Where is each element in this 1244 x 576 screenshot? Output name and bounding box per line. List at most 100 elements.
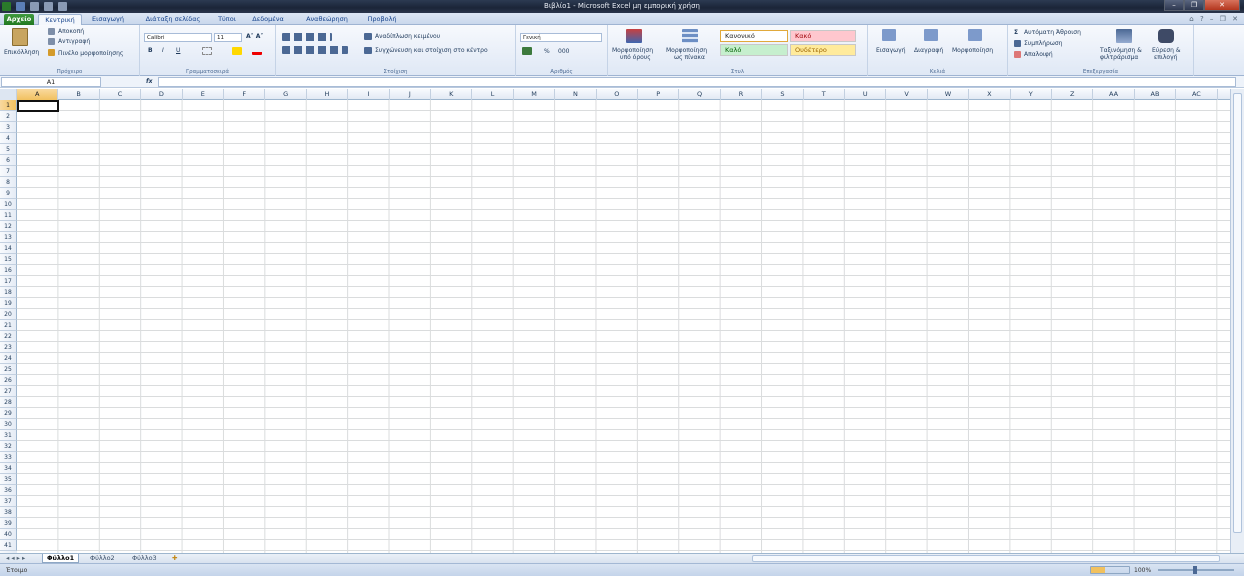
zoom-level[interactable]: 100% — [1134, 567, 1151, 574]
column-header[interactable]: W — [928, 89, 970, 100]
column-header[interactable]: Z — [1052, 89, 1094, 100]
find-select-button[interactable]: Εύρεση & — [1152, 47, 1181, 54]
sheet-tab-3[interactable]: Φύλλο3 — [128, 554, 161, 563]
column-header[interactable]: U — [845, 89, 887, 100]
vertical-scroll-thumb[interactable] — [1233, 93, 1242, 533]
grow-font-icon[interactable]: A˄ A˅ — [246, 33, 263, 40]
row-header[interactable]: 21 — [0, 320, 17, 331]
row-header[interactable]: 14 — [0, 243, 17, 254]
format-table-sub[interactable]: ως πίνακα — [674, 54, 705, 61]
row-header[interactable]: 4 — [0, 133, 17, 144]
currency-icon[interactable] — [522, 47, 532, 55]
row-header[interactable]: 22 — [0, 331, 17, 342]
row-header[interactable]: 7 — [0, 166, 17, 177]
row-header[interactable]: 5 — [0, 144, 17, 155]
column-header[interactable]: I — [348, 89, 390, 100]
style-good[interactable]: Καλό — [720, 44, 788, 56]
tab-view[interactable]: Προβολή — [362, 14, 402, 25]
row-header[interactable]: 29 — [0, 408, 17, 419]
row-header[interactable]: 33 — [0, 452, 17, 463]
row-header[interactable]: 30 — [0, 419, 17, 430]
tab-home[interactable]: Κεντρική — [38, 14, 82, 25]
column-header[interactable]: G — [265, 89, 307, 100]
column-header[interactable]: D — [141, 89, 183, 100]
number-format-dropdown[interactable]: Γενική — [520, 33, 602, 42]
column-header[interactable]: H — [307, 89, 349, 100]
paste-icon[interactable] — [12, 28, 28, 46]
autosum-button[interactable]: Αυτόματη Άθροιση — [1024, 29, 1081, 36]
column-header[interactable]: V — [886, 89, 928, 100]
row-header[interactable]: 31 — [0, 430, 17, 441]
column-header[interactable]: AB — [1135, 89, 1177, 100]
row-header[interactable]: 8 — [0, 177, 17, 188]
column-header[interactable]: AC — [1176, 89, 1218, 100]
row-header[interactable]: 20 — [0, 309, 17, 320]
row-header[interactable]: 24 — [0, 353, 17, 364]
borders-icon[interactable] — [202, 47, 212, 55]
style-normal[interactable]: Κανονικό — [720, 30, 788, 42]
minimize-button[interactable]: – — [1164, 0, 1184, 11]
row-header[interactable]: 28 — [0, 397, 17, 408]
delete-cells-button[interactable]: Διαγραφή — [914, 47, 943, 54]
column-header[interactable]: F — [224, 89, 266, 100]
select-all-corner[interactable] — [0, 89, 17, 100]
merge-center-button[interactable]: Συγχώνευση και στοίχιση στο κέντρο — [375, 47, 488, 54]
column-header[interactable]: R — [721, 89, 763, 100]
style-neutral[interactable]: Ουδέτερο — [790, 44, 856, 56]
column-header[interactable]: K — [431, 89, 473, 100]
paste-button[interactable]: Επικόλληση — [4, 49, 39, 56]
row-header[interactable]: 41 — [0, 540, 17, 551]
row-header[interactable]: 36 — [0, 485, 17, 496]
fx-icon[interactable]: fx — [146, 78, 152, 85]
row-header[interactable]: 19 — [0, 298, 17, 309]
copy-button[interactable]: Αντιγραφή — [58, 38, 90, 45]
tab-page-layout[interactable]: Διάταξη σελίδας — [140, 14, 206, 25]
row-header[interactable]: 34 — [0, 463, 17, 474]
align-icons[interactable] — [282, 33, 332, 41]
row-header[interactable]: 2 — [0, 111, 17, 122]
column-header[interactable]: M — [514, 89, 556, 100]
column-header[interactable]: Y — [1011, 89, 1052, 100]
column-header[interactable]: X — [969, 89, 1011, 100]
bold-button[interactable]: B — [148, 47, 153, 54]
wrap-text-button[interactable]: Αναδίπλωση κειμένου — [375, 33, 440, 40]
fill-color-icon[interactable] — [232, 47, 242, 55]
conditional-format-button[interactable]: Μορφοποίηση — [612, 47, 653, 54]
font-name-dropdown[interactable]: Calibri — [144, 33, 212, 42]
format-painter-button[interactable]: Πινέλο μορφοποίησης — [58, 50, 123, 57]
help-icons[interactable]: ⌂ ? – ❐ ✕ — [1189, 15, 1240, 23]
row-header[interactable]: 1 — [0, 100, 17, 111]
row-header[interactable]: 37 — [0, 496, 17, 507]
row-header[interactable]: 40 — [0, 529, 17, 540]
tab-review[interactable]: Αναθεώρηση — [298, 14, 356, 25]
row-header[interactable]: 6 — [0, 155, 17, 166]
row-header[interactable]: 13 — [0, 232, 17, 243]
clear-button[interactable]: Απαλοιφή — [1024, 51, 1053, 58]
column-header[interactable]: O — [597, 89, 638, 100]
sheet-tab-2[interactable]: Φύλλο2 — [86, 554, 119, 563]
column-header[interactable]: C — [100, 89, 142, 100]
row-header[interactable]: 25 — [0, 364, 17, 375]
fill-button[interactable]: Συμπλήρωση — [1024, 40, 1062, 47]
column-header[interactable]: L — [472, 89, 514, 100]
restore-button[interactable]: ❐ — [1184, 0, 1204, 11]
column-header[interactable]: A — [17, 89, 59, 100]
row-header[interactable]: 16 — [0, 265, 17, 276]
find-select-sub[interactable]: επιλογή — [1154, 54, 1177, 61]
align-horizontal-icons[interactable] — [282, 46, 348, 54]
tab-formulas[interactable]: Τύποι — [212, 14, 242, 25]
zoom-slider-thumb[interactable] — [1193, 566, 1197, 574]
name-box[interactable]: A1 — [1, 77, 101, 87]
row-header[interactable]: 39 — [0, 518, 17, 529]
insert-cells-button[interactable]: Εισαγωγή — [876, 47, 906, 54]
row-header[interactable]: 3 — [0, 122, 17, 133]
row-header[interactable]: 38 — [0, 507, 17, 518]
sheet-nav-arrows[interactable]: ◂ ◂ ▸ ▸ — [2, 554, 29, 563]
cell-grid[interactable] — [17, 100, 1230, 553]
column-header[interactable]: P — [638, 89, 680, 100]
percent-button[interactable]: % — [544, 48, 550, 55]
style-bad[interactable]: Κακό — [790, 30, 856, 42]
close-button[interactable]: ✕ — [1204, 0, 1240, 11]
column-header[interactable]: AA — [1093, 89, 1135, 100]
view-buttons[interactable] — [1090, 566, 1130, 574]
